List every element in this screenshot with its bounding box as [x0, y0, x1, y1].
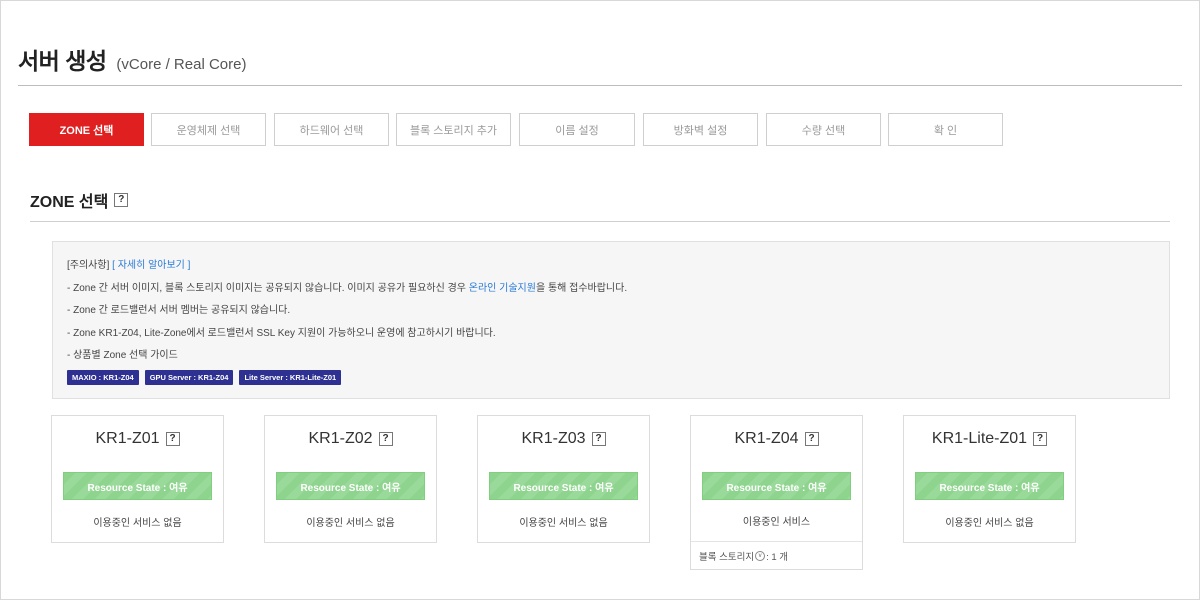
step-hardware[interactable]: 하드웨어 선택: [274, 113, 389, 146]
zone-header: KR1-Lite-Z01 ?: [904, 416, 1075, 462]
notice-line-1-text-a: - Zone 간 서버 이미지, 블록 스토리지 이미지는 공유되지 않습니다.…: [67, 282, 469, 294]
zone-name: KR1-Lite-Z01: [931, 430, 1028, 447]
resource-state-bar: Resource State : 여유: [702, 472, 851, 500]
zone-help-icon[interactable]: ?: [378, 432, 393, 446]
resource-state-bar: Resource State : 여유: [63, 472, 212, 500]
zone-service-status: 이용중인 서비스 없음: [519, 517, 608, 529]
zone-header: KR1-Z04 ?: [691, 416, 862, 462]
resource-state-bar: Resource State : 여유: [276, 472, 425, 500]
step-zone[interactable]: ZONE 선택: [29, 113, 144, 146]
notice-box: [주의사항] [ 자세히 알아보기 ] - Zone 간 서버 이미지, 블록 …: [52, 241, 1170, 399]
resource-state-bar: Resource State : 여유: [489, 472, 638, 500]
section-divider: [30, 221, 1170, 222]
step-os[interactable]: 운영체제 선택: [151, 113, 266, 146]
zone-card-kr1-z03[interactable]: KR1-Z03 ? Resource State : 여유 이용중인 서비스 없…: [477, 415, 650, 543]
page-title-text: 서버 생성: [18, 48, 107, 74]
notice-line-1-text-b: 을 통해 접수바랍니다.: [535, 282, 628, 294]
online-support-link[interactable]: 온라인 기술지원: [469, 283, 536, 294]
badge-maxio: MAXIO : KR1-Z04: [67, 369, 139, 385]
step-block-storage[interactable]: 블록 스토리지 추가: [396, 113, 511, 146]
title-divider: [18, 85, 1182, 86]
zone-service-status: 이용중인 서비스 없음: [945, 517, 1034, 529]
zone-help-icon[interactable]: ?: [591, 432, 606, 446]
step-confirm[interactable]: 확 인: [888, 113, 1003, 146]
step-name[interactable]: 이름 설정: [519, 113, 635, 146]
step-quantity[interactable]: 수량 선택: [766, 113, 881, 146]
zone-card-kr1-z01[interactable]: KR1-Z01 ? Resource State : 여유 이용중인 서비스 없…: [51, 415, 224, 543]
chevron-down-circle-icon[interactable]: v: [755, 550, 766, 561]
zone-name: KR1-Z01: [95, 430, 160, 447]
zone-card-kr1-z02[interactable]: KR1-Z02 ? Resource State : 여유 이용중인 서비스 없…: [264, 415, 437, 543]
zone-help-icon[interactable]: ?: [1033, 432, 1048, 446]
zone-header: KR1-Z02 ?: [265, 416, 436, 462]
notice-more-link[interactable]: [ 자세히 알아보기 ]: [112, 260, 190, 271]
notice-line-2: - Zone 간 로드밸런서 서버 멤버는 공유되지 않습니다.: [67, 305, 291, 316]
badge-gpu-server: GPU Server : KR1-Z04: [144, 369, 234, 385]
zone-help-icon[interactable]: ?: [804, 432, 819, 446]
zone-block-storage-info: 블록 스토리지 v : 1 개: [691, 542, 862, 569]
zone-service-status: 이용중인 서비스 없음: [93, 517, 182, 529]
zone-service-status: 이용중인 서비스 없음: [306, 517, 395, 529]
badge-lite-server: Lite Server : KR1-Lite-Z01: [239, 369, 342, 385]
zone-header: KR1-Z01 ?: [52, 416, 223, 462]
zone-card-kr1-z04[interactable]: KR1-Z04 ? Resource State : 여유 이용중인 서비스 블…: [690, 415, 863, 570]
page-subtitle: (vCore / Real Core): [116, 56, 247, 73]
step-firewall[interactable]: 방화벽 설정: [643, 113, 758, 146]
section-help-icon[interactable]: ?: [114, 193, 129, 207]
zone-card-kr1-lite-z01[interactable]: KR1-Lite-Z01 ? Resource State : 여유 이용중인 …: [903, 415, 1076, 543]
notice-line-3: - Zone KR1-Z04, Lite-Zone에서 로드밸런서 SSL Ke…: [67, 327, 496, 339]
notice-heading-line: [주의사항] [ 자세히 알아보기 ]: [67, 259, 1155, 282]
page-title: 서버 생성 (vCore / Real Core): [18, 42, 246, 76]
zone-help-icon[interactable]: ?: [165, 432, 180, 446]
zone-header: KR1-Z03 ?: [478, 416, 649, 462]
zone-guide-badges: MAXIO : KR1-Z04 GPU Server : KR1-Z04 Lit…: [67, 369, 1155, 385]
notice-heading: [주의사항]: [67, 260, 110, 271]
resource-state-bar: Resource State : 여유: [915, 472, 1064, 500]
zone-name: KR1-Z03: [521, 430, 586, 447]
zone-service-status: 이용중인 서비스: [691, 500, 862, 542]
zone-name: KR1-Z04: [734, 430, 799, 447]
notice-line-4: - 상품별 Zone 선택 가이드: [67, 350, 178, 361]
section-title-text: ZONE 선택: [30, 194, 109, 211]
block-storage-count: : 1 개: [766, 551, 789, 563]
zone-name: KR1-Z02: [308, 430, 373, 447]
block-storage-label: 블록 스토리지: [699, 551, 755, 563]
notice-line-1: - Zone 간 서버 이미지, 블록 스토리지 이미지는 공유되지 않습니다.…: [67, 282, 1155, 305]
section-title: ZONE 선택 ?: [30, 188, 129, 212]
